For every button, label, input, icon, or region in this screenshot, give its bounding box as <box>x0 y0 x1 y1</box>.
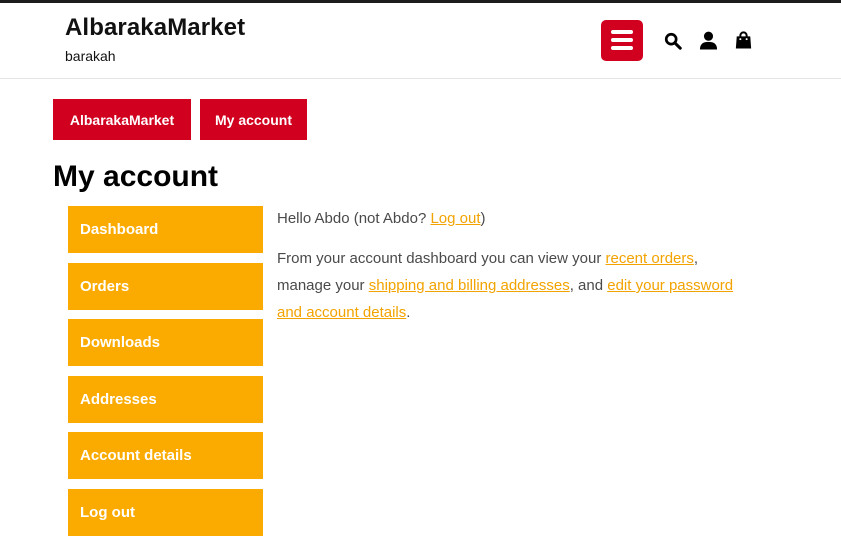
account-nav-logout[interactable]: Log out <box>68 488 263 536</box>
hello-text: Hello Abdo (not Abdo? Log out) <box>277 208 747 230</box>
account-nav-orders[interactable]: Orders <box>68 262 263 310</box>
account-nav-dashboard[interactable]: Dashboard <box>68 206 263 253</box>
page-title: My account <box>53 160 219 193</box>
recent-orders-link[interactable]: recent orders <box>606 250 694 267</box>
hello-prefix: Hello Abdo (not Abdo? <box>277 210 431 227</box>
intro-prefix: From your account dashboard you can view… <box>277 250 606 267</box>
account-navigation: Dashboard Orders Downloads Addresses Acc… <box>68 206 263 545</box>
account-nav-downloads[interactable]: Downloads <box>68 319 263 366</box>
breadcrumb-home[interactable]: AlbarakaMarket <box>53 99 191 140</box>
shopping-bag-icon[interactable] <box>735 31 752 49</box>
intro-mid2: , and <box>569 277 608 294</box>
account-nav-addresses[interactable]: Addresses <box>68 375 263 423</box>
dashboard-intro: From your account dashboard you can view… <box>277 245 747 326</box>
menu-button[interactable] <box>601 20 643 61</box>
account-nav-account-details[interactable]: Account details <box>68 432 263 479</box>
dashboard-content: Hello Abdo (not Abdo? Log out) From your… <box>277 208 747 326</box>
site-tagline: barakah <box>65 48 116 64</box>
intro-suffix: . <box>406 304 411 321</box>
site-title[interactable]: AlbarakaMarket <box>65 14 245 42</box>
hello-suffix: ) <box>480 210 486 227</box>
user-icon[interactable] <box>699 31 718 50</box>
site-header: AlbarakaMarket barakah <box>0 3 841 79</box>
menu-icon-bar <box>611 30 633 34</box>
logout-link[interactable]: Log out <box>430 210 480 227</box>
addresses-link[interactable]: shipping and billing addresses <box>369 277 570 294</box>
menu-icon-bar <box>611 46 633 50</box>
search-icon[interactable] <box>664 32 682 50</box>
breadcrumb-current[interactable]: My account <box>200 99 307 140</box>
menu-icon-bar <box>611 38 633 42</box>
